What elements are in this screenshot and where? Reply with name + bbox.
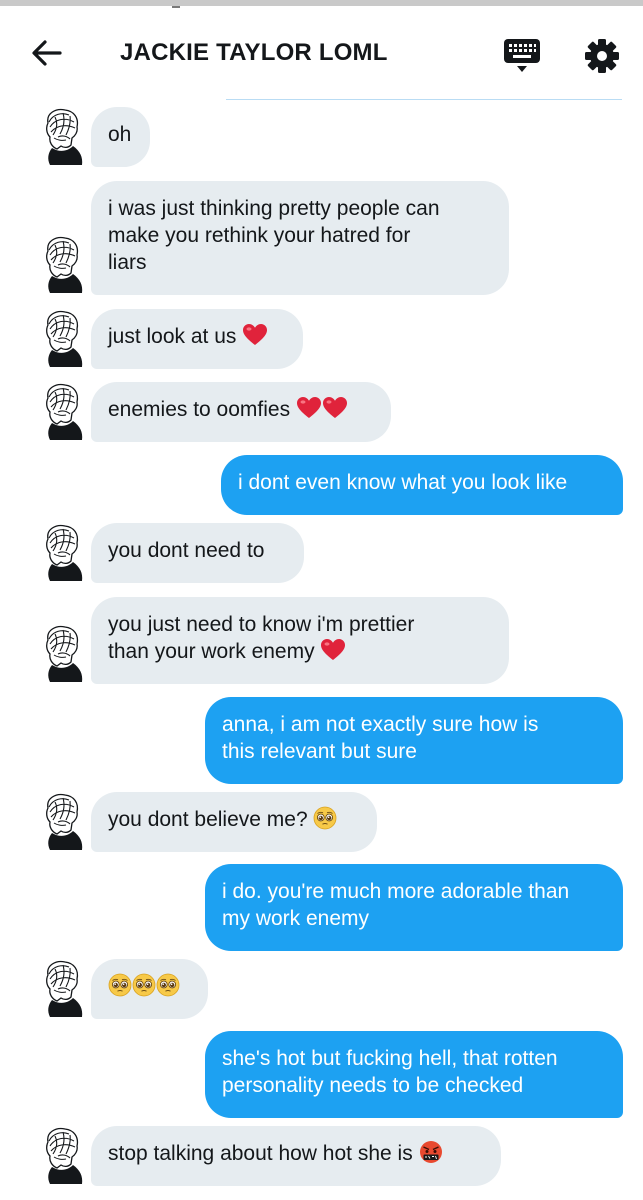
received-message: you just need to know i'm prettier than … [0,597,643,684]
received-message: stop talking about how hot she is [0,1126,643,1186]
red-heart-icon [296,397,321,418]
received-message: you dont need to [0,523,643,583]
pleading-face-icon [314,806,337,830]
message-bubble[interactable]: you dont believe me? [91,792,377,852]
message-text: you just need to know i'm prettier than … [108,613,415,663]
message-text: you dont believe me? [108,808,308,831]
message-text: stop talking about how hot she is [108,1142,413,1165]
cursing-face-icon [419,1141,442,1163]
keyboard-icon[interactable] [502,36,542,74]
message-text: she's hot but fucking hell, that rotten … [222,1047,558,1097]
received-message [0,959,643,1019]
avatar[interactable] [38,792,84,850]
avatar[interactable] [38,107,84,165]
avatar[interactable] [38,382,84,440]
pleading-face-icon [132,973,156,997]
message-bubble[interactable]: you dont need to [91,523,304,583]
sent-message: she's hot but fucking hell, that rotten … [0,1031,643,1118]
sent-message: anna, i am not exactly sure how is this … [0,697,643,784]
arrow-left-icon[interactable] [30,38,64,68]
sent-message: i dont even know what you look like [0,455,643,515]
message-bubble[interactable]: you just need to know i'm prettier than … [91,597,509,684]
avatar[interactable] [38,235,84,293]
received-message: oh [0,107,643,167]
avatar[interactable] [38,1126,84,1184]
message-bubble[interactable]: she's hot but fucking hell, that rotten … [205,1031,623,1118]
message-text: anna, i am not exactly sure how is this … [222,713,539,763]
message-bubble[interactable]: stop talking about how hot she is [91,1126,501,1186]
pleading-face-icon [108,973,132,997]
message-bubble[interactable]: just look at us [91,309,303,369]
message-text: i do. you're much more adorable than my … [222,880,570,930]
message-text: just look at us [108,325,237,348]
status-bar-strip [0,0,643,6]
message-bubble[interactable]: i dont even know what you look like [221,455,623,515]
avatar[interactable] [38,624,84,682]
red-heart-icon [321,639,346,660]
header-divider [226,99,622,100]
received-message: you dont believe me? [0,792,643,852]
message-text: i was just thinking pretty people can ma… [108,197,440,274]
red-heart-icon [243,324,268,345]
message-bubble[interactable]: i was just thinking pretty people can ma… [91,181,509,295]
received-message: enemies to oomfies [0,382,643,442]
conversation-title: JACKIE TAYLOR LOML [120,39,388,66]
pleading-face-icon [156,973,180,997]
message-bubble[interactable]: anna, i am not exactly sure how is this … [205,697,623,784]
red-heart-icon [322,397,347,418]
message-text: you dont need to [108,539,265,562]
avatar[interactable] [38,959,84,1017]
received-message: i was just thinking pretty people can ma… [0,181,643,295]
avatar[interactable] [38,523,84,581]
message-bubble[interactable]: enemies to oomfies [91,382,391,442]
avatar[interactable] [38,309,84,367]
message-text: i dont even know what you look like [238,471,568,494]
gear-icon[interactable] [584,38,620,74]
message-bubble[interactable]: oh [91,107,150,167]
conversation-header: JACKIE TAYLOR LOML [0,8,643,98]
message-text: oh [108,123,132,146]
message-bubble[interactable] [91,959,208,1019]
message-bubble[interactable]: i do. you're much more adorable than my … [205,864,623,951]
received-message: just look at us [0,309,643,369]
sent-message: i do. you're much more adorable than my … [0,864,643,951]
message-text: enemies to oomfies [108,398,291,421]
